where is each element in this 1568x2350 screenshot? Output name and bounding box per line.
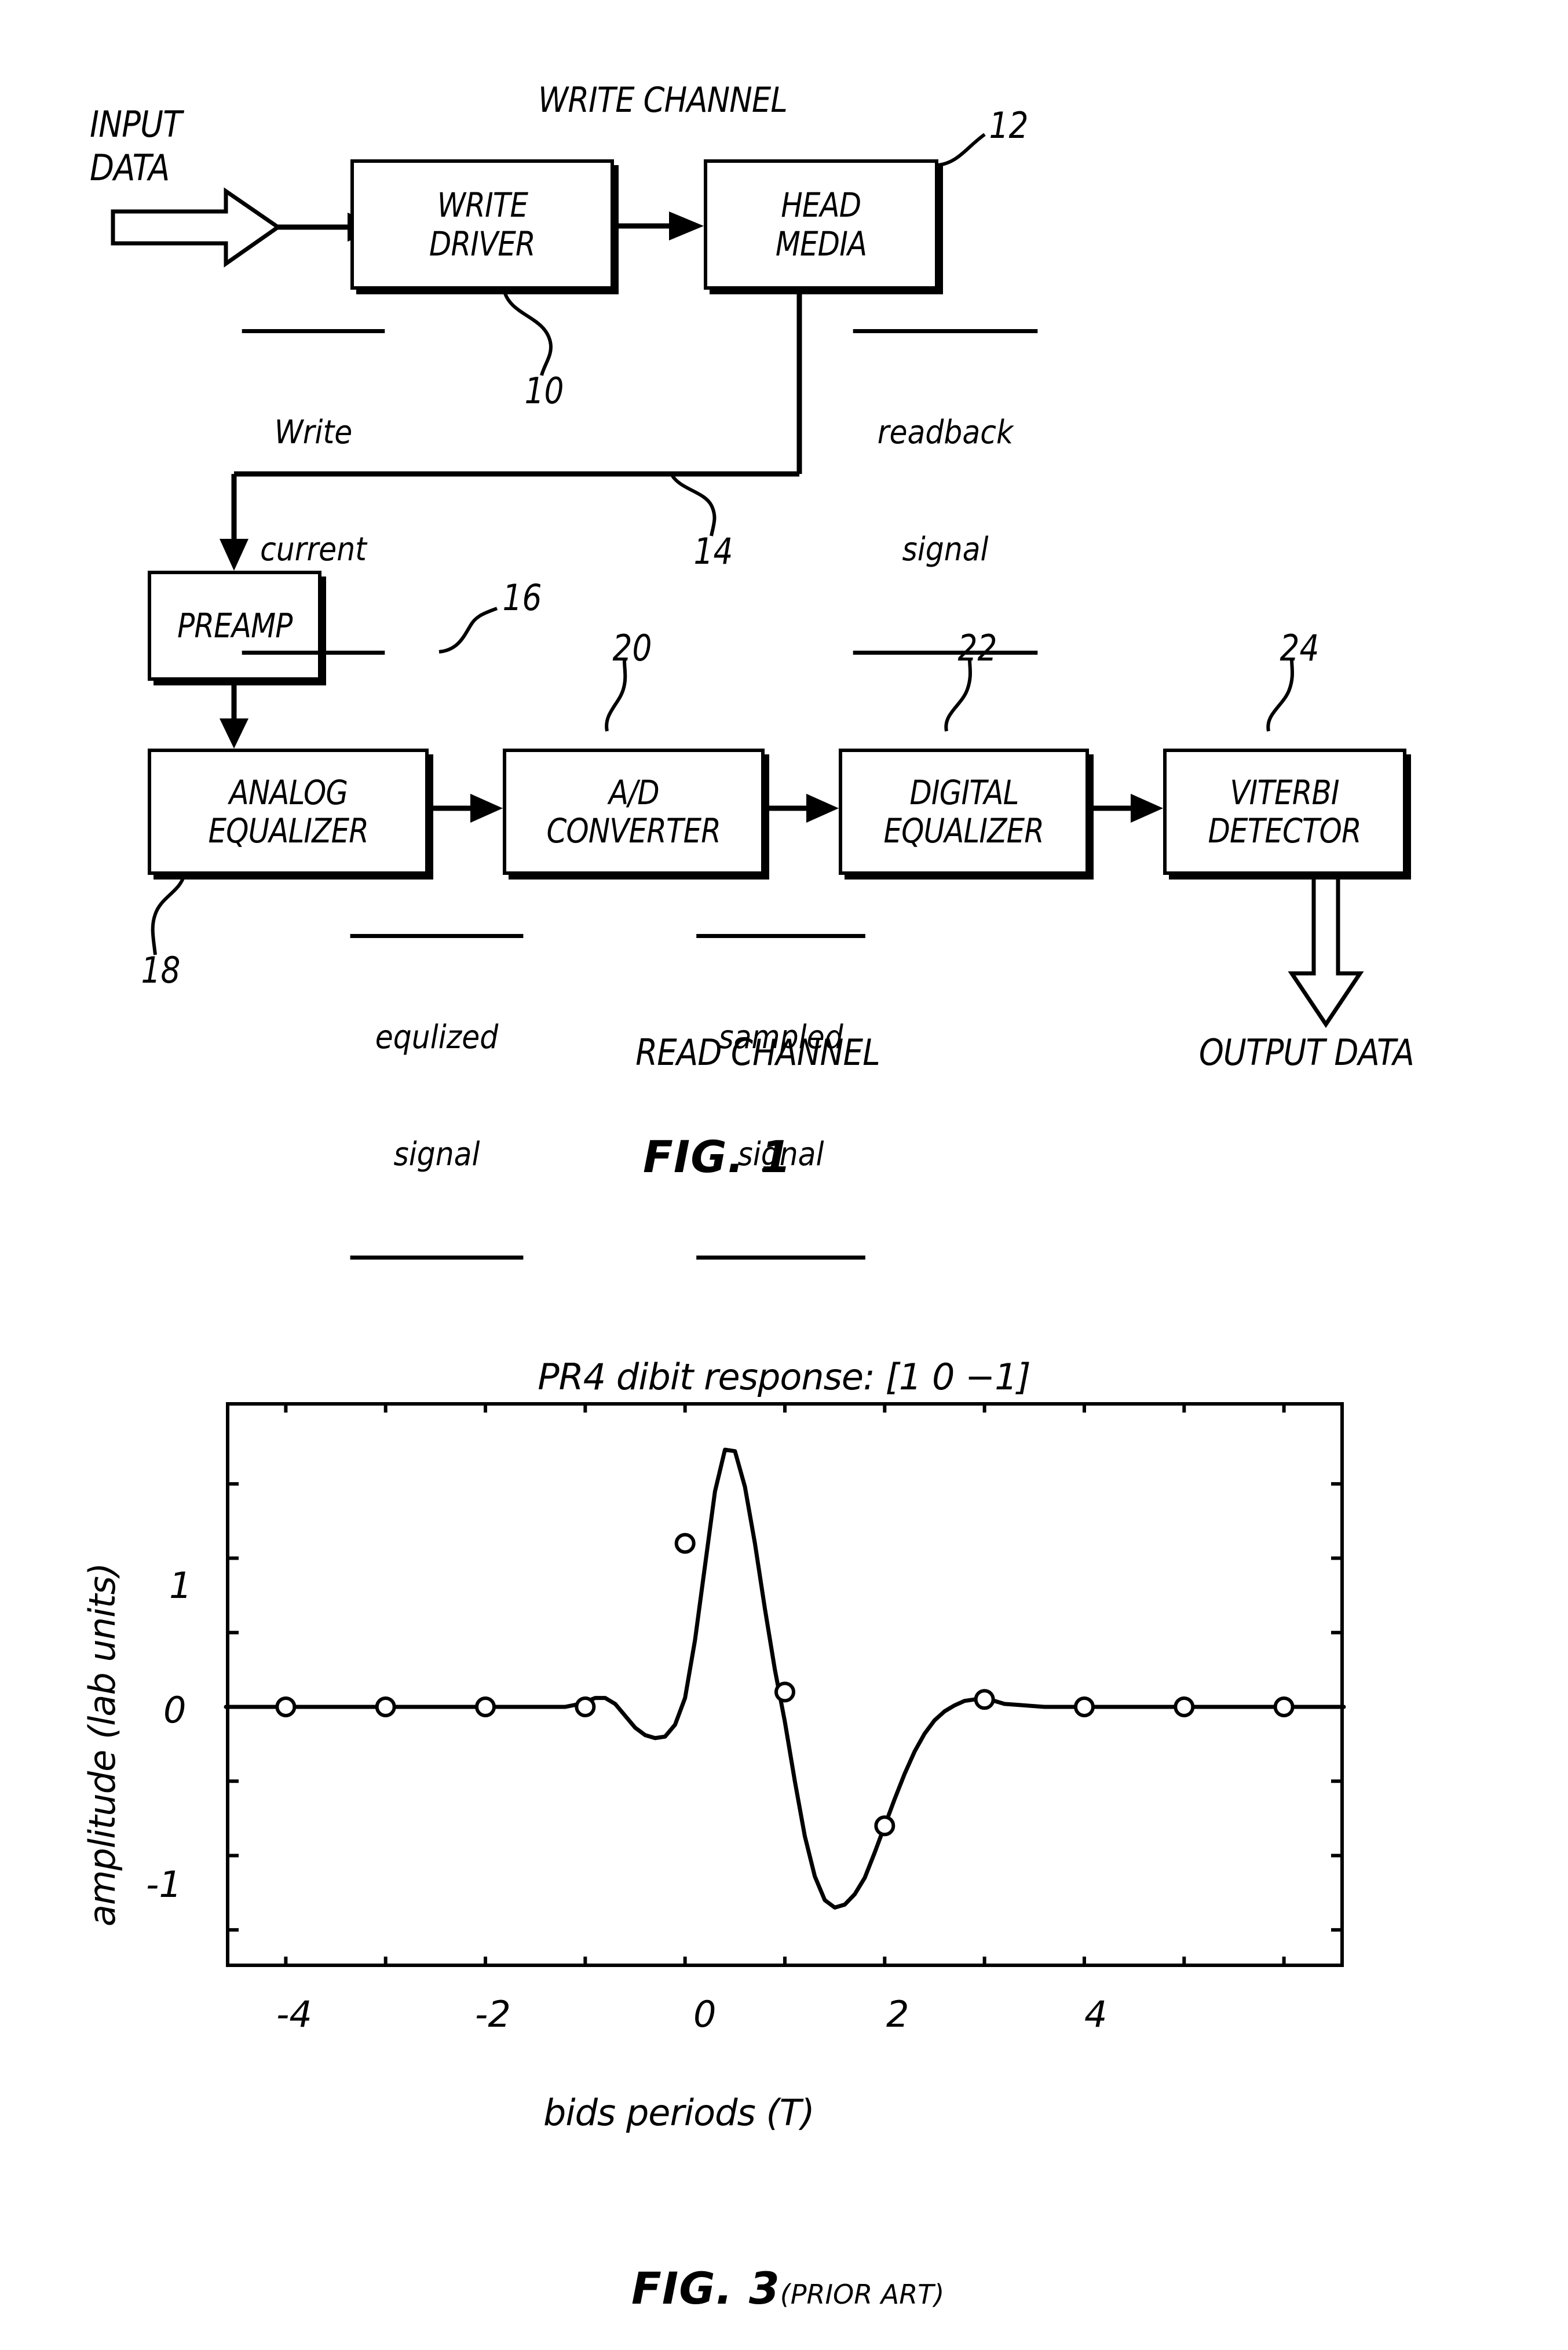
figure-3-caption: FIG. 3(PRIOR ART) [631, 2263, 944, 2314]
chart-data-point [1273, 1696, 1295, 1717]
signal-label-write-current: Write current [242, 329, 385, 655]
block-analog-equalizer-line2: EQUALIZER [208, 811, 368, 851]
leader-line-12 [938, 133, 986, 167]
chart-data-point [275, 1696, 297, 1717]
block-write-driver: WRITE DRIVER [350, 159, 614, 290]
block-digital-equalizer: DIGITAL EQUALIZER [839, 749, 1089, 875]
chart-data-point [974, 1689, 995, 1710]
figure-3: PR4 dibit response: [1 0 −1] amplitude (… [0, 1194, 1568, 2350]
read-channel-header: READ CHANNEL [635, 1031, 880, 1074]
block-ad-converter: A/D CONVERTER [503, 749, 765, 875]
signal-label-readback-signal-line2: signal [902, 530, 989, 568]
arrowhead-to-ad-converter [470, 794, 503, 823]
block-head-media: HEAD MEDIA [704, 159, 938, 290]
block-digital-equalizer-line2: EQUALIZER [883, 811, 1044, 851]
block-viterbi-detector-line2: DETECTOR [1208, 811, 1362, 851]
block-head-media-line2: MEDIA [775, 224, 867, 264]
block-analog-equalizer-line1: ANALOG [229, 772, 348, 812]
leader-line-22 [944, 659, 972, 732]
figure-3-caption-suffix: (PRIOR ART) [780, 2279, 945, 2310]
block-viterbi-detector-line1: VITERBI [1230, 772, 1340, 812]
block-viterbi-detector: VITERBI DETECTOR [1163, 749, 1406, 875]
leader-line-14 [670, 474, 717, 537]
leader-line-10 [502, 289, 553, 376]
signal-label-equlized-signal-line1: equlized [375, 1019, 499, 1057]
leader-line-16 [438, 607, 498, 654]
ref-number-20: 20 [612, 627, 652, 669]
arrowhead-to-analog-equalizer [220, 718, 248, 749]
block-digital-equalizer-line1: DIGITAL [909, 772, 1019, 812]
chart-data-point [375, 1696, 396, 1717]
signal-label-readback-signal-line1: readback [877, 414, 1014, 452]
ref-number-18: 18 [141, 949, 181, 991]
figure-1-caption: FIG. 1 [643, 1131, 792, 1183]
output-data-label: OUTPUT DATA [1198, 1031, 1415, 1074]
block-analog-equalizer: ANALOG EQUALIZER [148, 749, 429, 875]
signal-label-equlized-signal-line2: signal [393, 1135, 480, 1173]
figure-3-caption-main: FIG. 3 [631, 2263, 780, 2314]
ref-number-10: 10 [524, 370, 564, 412]
leader-line-24 [1266, 659, 1294, 732]
output-data-hollow-arrow [1288, 873, 1364, 1028]
ref-number-24: 24 [1280, 627, 1320, 669]
block-ad-converter-line1: A/D [608, 772, 660, 812]
chart-data-point [774, 1681, 795, 1703]
signal-label-write-current-line2: current [260, 530, 367, 568]
ref-number-14: 14 [693, 530, 733, 572]
ref-number-12: 12 [989, 104, 1029, 147]
chart-data-point [575, 1696, 596, 1717]
figure-1: WRITE CHANNEL INPUT DATA WRITE DRIVER HE… [0, 0, 1568, 1260]
signal-label-readback-signal: readback signal [853, 329, 1038, 655]
write-channel-header: WRITE CHANNEL [538, 80, 788, 121]
ref-number-16: 16 [502, 576, 542, 619]
chart-data-point [1174, 1696, 1195, 1717]
input-data-hollow-arrow [111, 187, 282, 268]
block-write-driver-line1: WRITE [437, 185, 528, 225]
block-ad-converter-line2: CONVERTER [546, 811, 721, 851]
chart-canvas [224, 1402, 1346, 1967]
chart-series-markers [275, 1532, 1295, 1837]
input-data-label-line1: INPUT [90, 103, 182, 145]
chart-data-point [475, 1696, 496, 1717]
chart-data-point [874, 1815, 896, 1837]
signal-label-write-current-line1: Write [274, 414, 353, 452]
leader-line-20 [605, 660, 627, 732]
chart-data-point [1073, 1696, 1095, 1717]
chart-data-point [674, 1532, 696, 1554]
block-head-media-line1: HEAD [781, 185, 861, 225]
input-data-label-line2: DATA [90, 147, 170, 189]
arrowhead-to-head-media [669, 211, 704, 240]
arrowhead-to-digital-equalizer [806, 794, 839, 823]
ref-number-22: 22 [957, 627, 997, 669]
arrowhead-to-viterbi-detector [1131, 794, 1163, 823]
chart-series-line [224, 1447, 1346, 1910]
block-write-driver-line2: DRIVER [429, 224, 536, 264]
leader-line-18 [151, 874, 186, 955]
